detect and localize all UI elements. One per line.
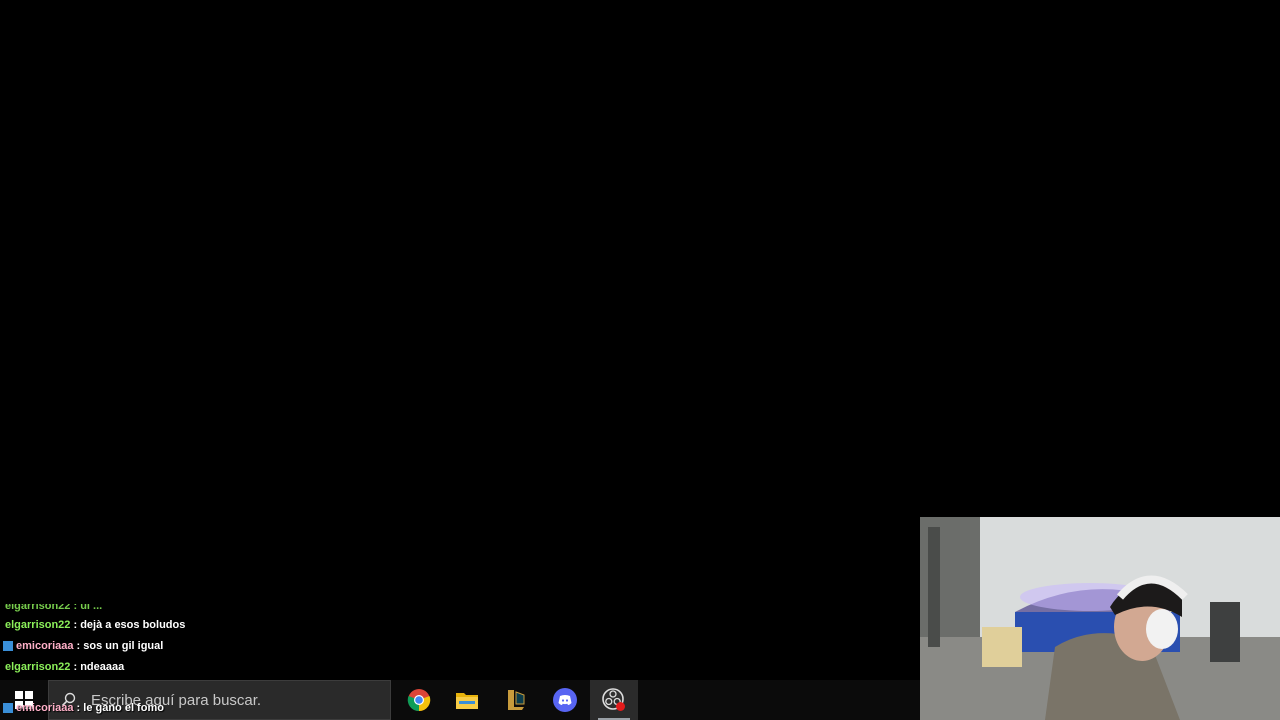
chat-message: emicoriaaa : le gano el fomo — [3, 702, 164, 714]
webcam-feed — [920, 517, 1280, 720]
webcam-image — [920, 517, 1280, 720]
taskbar-discord[interactable] — [541, 680, 589, 720]
taskbar-obs[interactable] — [590, 680, 638, 720]
discord-icon — [553, 688, 577, 712]
chat-separator: : — [73, 640, 84, 652]
chat-text: sos un gil igual — [83, 640, 164, 652]
chat-username[interactable]: elgarrison22 — [5, 619, 70, 631]
start-button[interactable] — [0, 680, 48, 720]
windows-taskbar — [0, 680, 920, 720]
taskbar-chrome[interactable] — [395, 680, 443, 720]
chat-username[interactable]: emicoriaaa — [16, 640, 73, 652]
league-of-legends-icon — [508, 690, 525, 710]
chat-separator: : — [70, 661, 81, 673]
chat-text: ndeaaaa — [80, 661, 125, 673]
chat-message: elgarrison22 : ndeaaaa — [5, 661, 124, 673]
chat-message-cut: elgarrison22 : ui ... — [5, 600, 103, 612]
chat-separator: : — [73, 702, 84, 714]
chat-message: emicoriaaa : sos un gil igual — [3, 640, 163, 652]
chat-text: dejà a esos boludos — [80, 619, 186, 631]
subscriber-badge-icon — [3, 703, 13, 714]
file-explorer-icon — [456, 693, 478, 709]
chat-username[interactable]: elgarrison22 — [5, 661, 70, 673]
chat-username[interactable]: emicoriaaa — [16, 702, 73, 714]
chat-message: elgarrison22 : dejà a esos boludos — [5, 619, 185, 631]
subscriber-badge-icon — [3, 641, 13, 652]
taskbar-search-box[interactable] — [48, 680, 391, 720]
chat-text: le gano el fomo — [83, 702, 164, 714]
obs-recording-icon — [602, 688, 625, 711]
chrome-icon — [407, 689, 431, 712]
chat-separator: : — [70, 619, 81, 631]
taskbar-league-of-legends[interactable] — [492, 680, 540, 720]
taskbar-file-explorer[interactable] — [443, 680, 491, 720]
